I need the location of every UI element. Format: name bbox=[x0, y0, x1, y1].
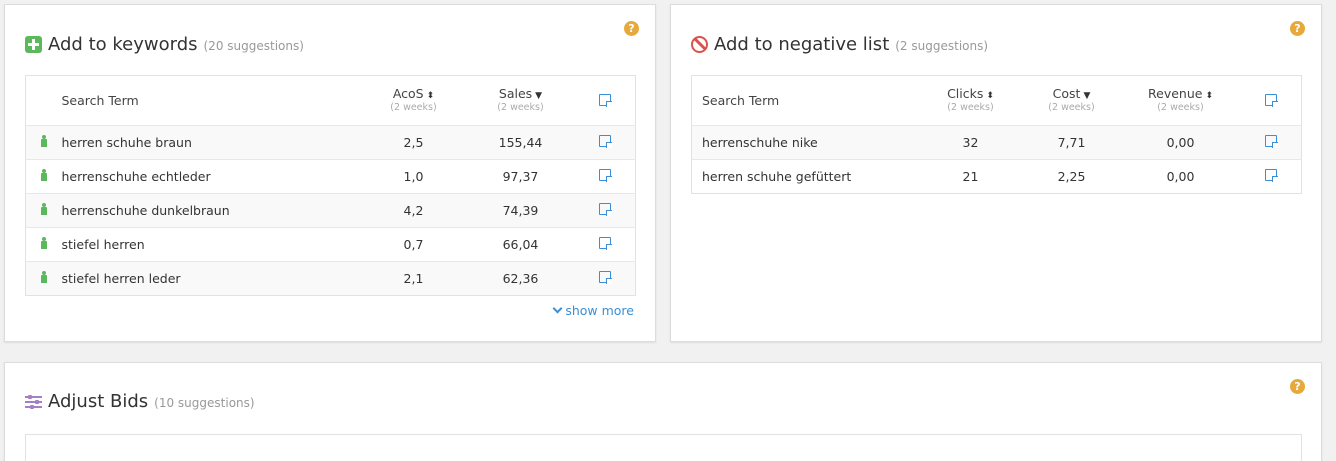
adjust-bids-card: ? Adjust Bids (10 suggestions) bbox=[4, 362, 1322, 461]
person-icon bbox=[40, 237, 48, 249]
search-term: herrenschuhe dunkelbraun bbox=[61, 193, 362, 228]
table-row: herrenschuhe dunkelbraun 4,2 74,39 bbox=[25, 193, 636, 228]
card-title: Add to negative list bbox=[714, 34, 890, 55]
table-row: herrenschuhe nike 32 7,71 0,00 bbox=[691, 125, 1302, 160]
acos-value: 4,2 bbox=[361, 193, 466, 228]
period-label: (2 weeks) bbox=[497, 101, 544, 113]
column-search-term: Search Term bbox=[61, 92, 139, 108]
sales-value: 155,44 bbox=[465, 125, 576, 160]
keywords-table: Search Term AcoS ⬍ (2 weeks) Sales ▼ (2 we… bbox=[25, 75, 636, 296]
search-term: stiefel herren leder bbox=[61, 261, 362, 296]
cost-value: 7,71 bbox=[1023, 125, 1120, 160]
card-title: Adjust Bids bbox=[48, 391, 149, 412]
table-header-row: Search Term AcoS ⬍ (2 weeks) Sales ▼ (2 we… bbox=[26, 76, 636, 126]
period-label: (2 weeks) bbox=[1157, 101, 1204, 113]
note-icon[interactable] bbox=[1265, 169, 1279, 182]
add-keywords-heading: Add to keywords (20 suggestions) bbox=[25, 34, 304, 55]
suggestion-count: (2 suggestions) bbox=[895, 39, 989, 53]
column-search-term: Search Term bbox=[702, 92, 780, 108]
search-term: herrenschuhe echtleder bbox=[61, 159, 362, 194]
revenue-value: 0,00 bbox=[1119, 125, 1242, 160]
sort-down-icon: ▼ bbox=[535, 90, 543, 101]
search-term: stiefel herren bbox=[61, 227, 362, 262]
negative-table: Search Term Clicks ⬍ (2 weeks) Cost ▼ (2 w… bbox=[691, 75, 1302, 194]
column-acos[interactable]: AcoS ⬍ (2 weeks) bbox=[362, 76, 466, 126]
sales-value: 66,04 bbox=[465, 227, 576, 262]
help-icon[interactable]: ? bbox=[1290, 21, 1305, 36]
sales-value: 97,37 bbox=[465, 159, 576, 194]
sliders-icon bbox=[25, 394, 42, 409]
column-clicks[interactable]: Clicks ⬍ (2 weeks) bbox=[918, 76, 1024, 126]
chevron-down-icon bbox=[552, 303, 563, 314]
card-title: Add to keywords bbox=[48, 34, 198, 55]
sort-both-icon: ⬍ bbox=[986, 90, 994, 101]
table-row: herren schuhe gefüttert 21 2,25 0,00 bbox=[691, 159, 1302, 194]
help-icon[interactable]: ? bbox=[1290, 379, 1305, 394]
acos-value: 2,1 bbox=[361, 261, 466, 296]
suggestion-count: (10 suggestions) bbox=[154, 396, 255, 410]
table-row: herren schuhe braun 2,5 155,44 bbox=[25, 125, 636, 160]
table-header-row: Search Term Clicks ⬍ (2 weeks) Cost ▼ (2 w… bbox=[692, 76, 1302, 126]
adjust-bids-heading: Adjust Bids (10 suggestions) bbox=[25, 391, 255, 412]
note-icon[interactable] bbox=[1265, 93, 1279, 107]
suggestion-count: (20 suggestions) bbox=[203, 39, 304, 53]
person-icon bbox=[40, 271, 48, 283]
sales-value: 62,36 bbox=[465, 261, 576, 296]
plus-square-icon bbox=[25, 36, 42, 53]
column-cost[interactable]: Cost ▼ (2 weeks) bbox=[1024, 76, 1120, 126]
add-negative-card: ? Add to negative list (2 suggestions) S… bbox=[670, 4, 1322, 342]
sort-both-icon: ⬍ bbox=[1205, 90, 1213, 101]
person-icon bbox=[40, 135, 48, 147]
note-icon[interactable] bbox=[1265, 135, 1279, 148]
sort-down-icon: ▼ bbox=[1083, 90, 1091, 101]
clicks-value: 32 bbox=[917, 125, 1024, 160]
column-sales[interactable]: Sales ▼ (2 weeks) bbox=[466, 76, 576, 126]
period-label: (2 weeks) bbox=[947, 101, 994, 113]
help-icon[interactable]: ? bbox=[624, 21, 639, 36]
show-more-link[interactable]: show more bbox=[552, 303, 634, 318]
acos-value: 2,5 bbox=[361, 125, 466, 160]
add-negative-heading: Add to negative list (2 suggestions) bbox=[691, 34, 988, 55]
revenue-value: 0,00 bbox=[1119, 159, 1242, 194]
period-label: (2 weeks) bbox=[1048, 101, 1095, 113]
clicks-value: 21 bbox=[917, 159, 1024, 194]
note-icon[interactable] bbox=[599, 93, 613, 107]
table-row: herrenschuhe echtleder 1,0 97,37 bbox=[25, 159, 636, 194]
table-row: stiefel herren leder 2,1 62,36 bbox=[25, 261, 636, 296]
period-label: (2 weeks) bbox=[390, 101, 437, 113]
sales-value: 74,39 bbox=[465, 193, 576, 228]
acos-value: 1,0 bbox=[361, 159, 466, 194]
person-icon bbox=[40, 169, 48, 181]
add-keywords-card: ? Add to keywords (20 suggestions) Searc… bbox=[4, 4, 656, 342]
search-term: herren schuhe gefüttert bbox=[691, 159, 918, 194]
note-icon[interactable] bbox=[599, 135, 613, 148]
acos-value: 0,7 bbox=[361, 227, 466, 262]
table-row: stiefel herren 0,7 66,04 bbox=[25, 227, 636, 262]
cost-value: 2,25 bbox=[1023, 159, 1120, 194]
sort-both-icon: ⬍ bbox=[426, 90, 435, 101]
ban-icon bbox=[691, 36, 708, 53]
note-icon[interactable] bbox=[599, 203, 613, 216]
person-icon bbox=[40, 203, 48, 215]
column-revenue[interactable]: Revenue ⬍ (2 weeks) bbox=[1120, 76, 1242, 126]
note-icon[interactable] bbox=[599, 271, 613, 284]
note-icon[interactable] bbox=[599, 169, 613, 182]
search-term: herrenschuhe nike bbox=[691, 125, 918, 160]
bids-table bbox=[25, 434, 1302, 461]
note-icon[interactable] bbox=[599, 237, 613, 250]
search-term: herren schuhe braun bbox=[61, 125, 362, 160]
